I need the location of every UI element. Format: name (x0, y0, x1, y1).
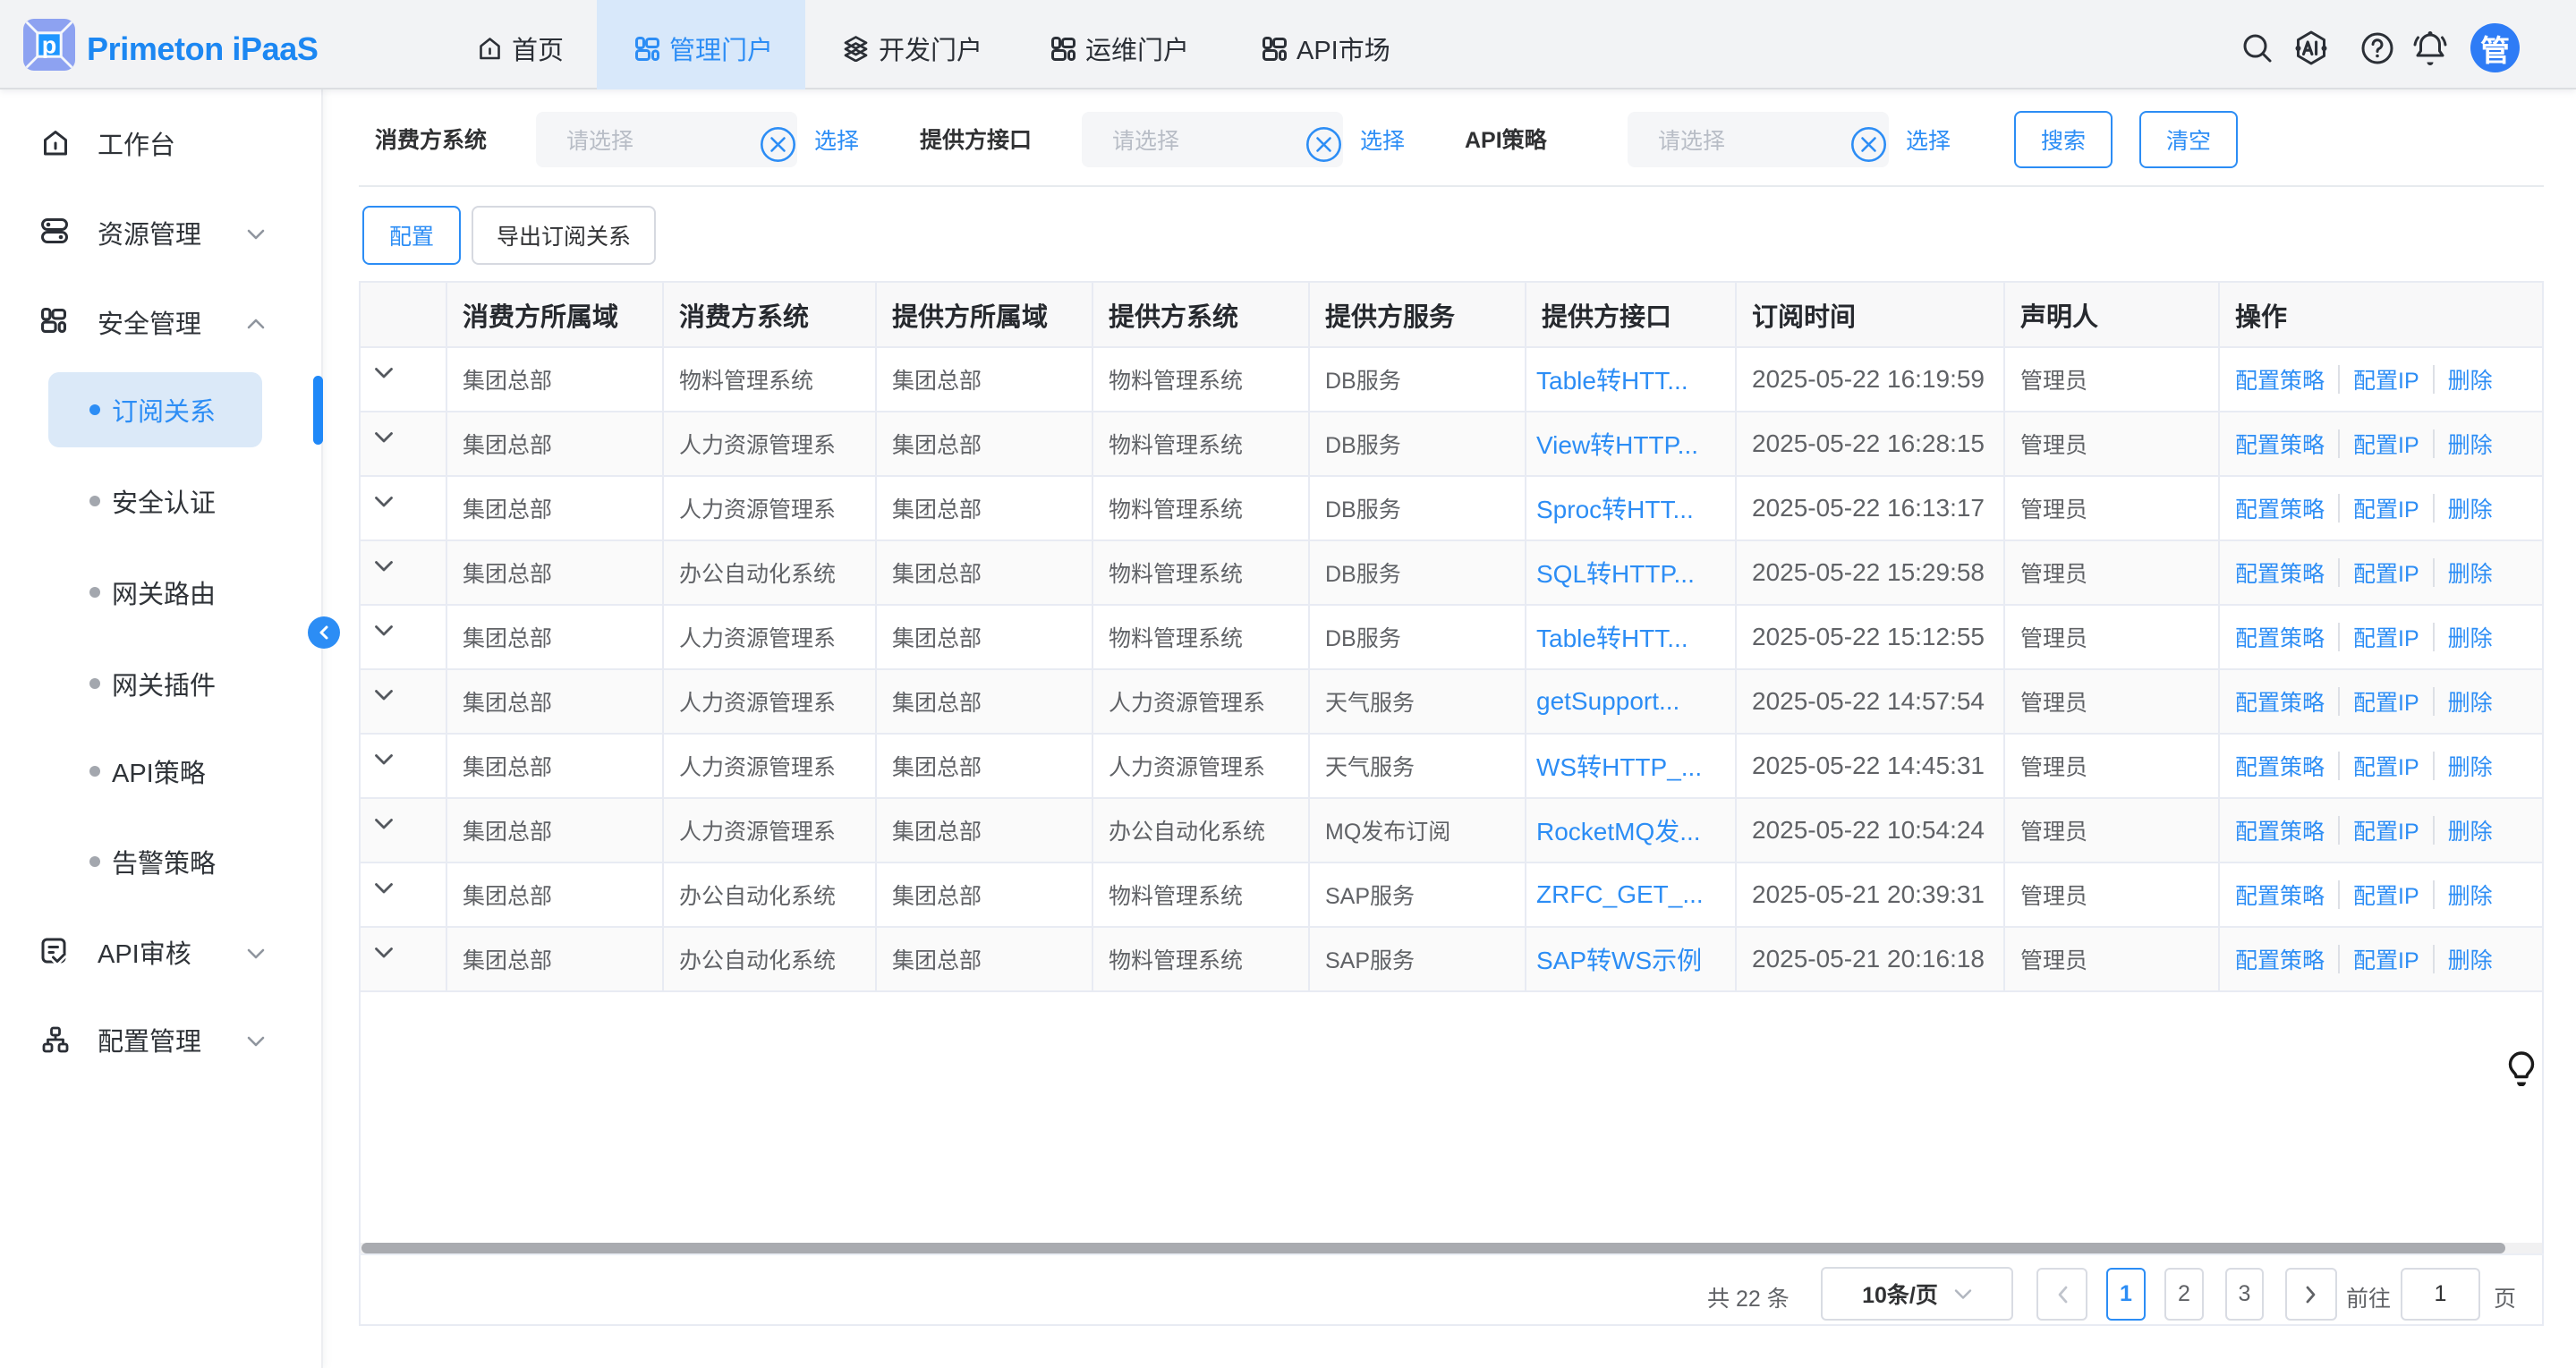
svg-text:p: p (42, 32, 57, 59)
